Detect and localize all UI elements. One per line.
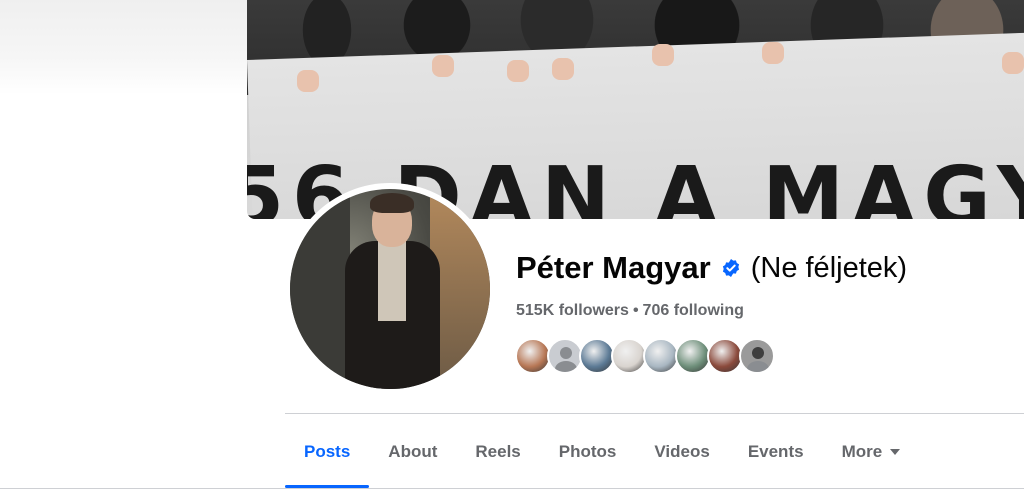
tab-label: Reels (475, 442, 521, 461)
verified-badge-icon (722, 259, 739, 277)
tab-posts[interactable]: Posts (285, 424, 370, 488)
mutual-friend-avatar[interactable] (707, 338, 743, 374)
tab-videos[interactable]: Videos (635, 424, 728, 480)
profile-stats: 515K followers • 706 following (516, 302, 744, 320)
profile-alternate-name: (Ne féljetek) (750, 251, 908, 284)
mutual-friends-avatars (515, 338, 775, 374)
tab-about[interactable]: About (369, 424, 456, 480)
mutual-friend-avatar[interactable] (739, 338, 775, 374)
tab-label: More (841, 442, 883, 461)
tab-photos[interactable]: Photos (540, 424, 636, 480)
tab-more[interactable]: More (823, 424, 920, 480)
header-divider (285, 413, 1024, 414)
tab-label: About (388, 442, 438, 461)
tab-label: Photos (558, 442, 617, 461)
stats-separator: • (632, 302, 639, 319)
profile-tabs: Posts About Reels Photos Videos Events More (285, 424, 919, 488)
profile-name: Péter Magyar (516, 250, 711, 285)
avatar-hair (370, 193, 414, 213)
tab-events[interactable]: Events (729, 424, 823, 480)
mutual-friend-avatar[interactable] (515, 338, 551, 374)
avatar-background-left (290, 189, 350, 389)
following-link[interactable]: 706 following (643, 302, 744, 319)
tab-label: Events (747, 442, 804, 461)
mutual-friend-avatar[interactable] (611, 338, 647, 374)
tab-reels[interactable]: Reels (456, 424, 539, 480)
left-background (0, 0, 247, 95)
profile-picture[interactable] (290, 189, 490, 389)
mutual-friend-avatar[interactable] (643, 338, 679, 374)
profile-name-row: Péter Magyar (Ne féljetek) (516, 250, 907, 286)
avatar-shirt (378, 241, 406, 321)
mutual-friend-avatar[interactable] (547, 338, 583, 374)
mutual-friend-avatar[interactable] (675, 338, 711, 374)
tab-label: Videos (654, 442, 710, 461)
tab-label: Posts (304, 442, 351, 461)
mutual-friend-avatar[interactable] (579, 338, 615, 374)
followers-link[interactable]: 515K followers (516, 302, 629, 319)
caret-down-icon (890, 449, 901, 455)
